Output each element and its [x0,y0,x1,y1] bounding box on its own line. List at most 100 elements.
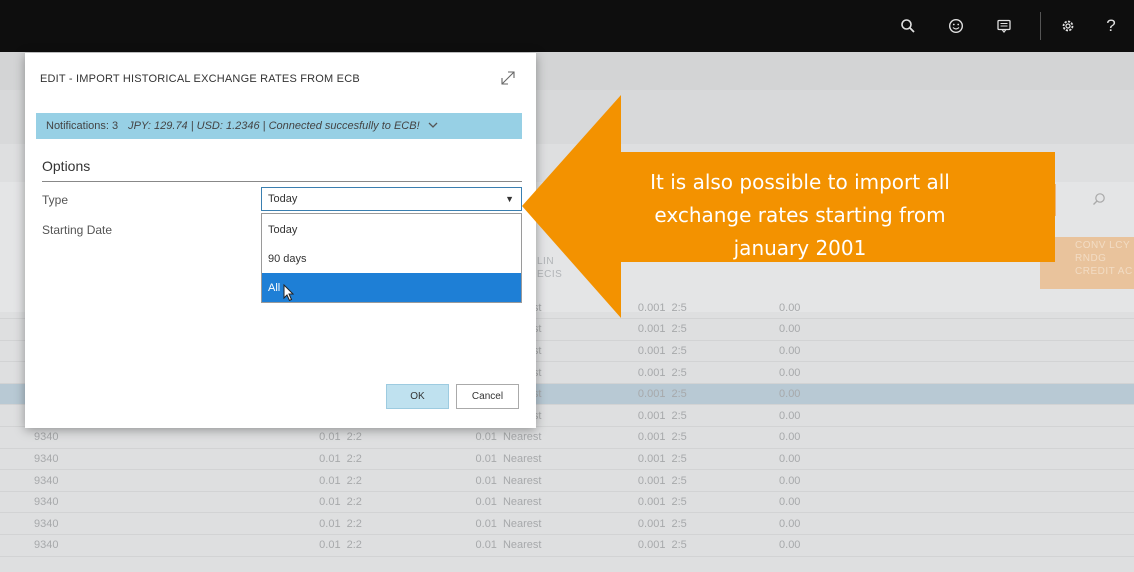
help-icon[interactable]: ? [1099,14,1123,38]
dropdown-option-today[interactable]: Today [262,215,521,244]
cancel-button[interactable]: Cancel [456,384,519,409]
table-cell-code: 9340 [0,448,314,471]
table-cell-empty [958,318,1134,341]
table-row[interactable]: 93400.012:20.01Nearest0.0012:50.00 [0,534,1134,557]
table-row[interactable]: 93400.012:20.01Nearest0.0012:50.00 [0,448,1134,471]
ok-button[interactable]: OK [386,384,449,409]
table-cell-v5: 2:5 [671,318,780,341]
table-row[interactable]: 93400.012:20.01Nearest0.0012:50.00 [0,469,1134,492]
section-divider [42,181,522,182]
column-header-fragment: LIN [537,256,555,267]
table-cell-v6: 0.00 [779,340,959,363]
table-cell-v6: 0.00 [779,448,959,471]
table-cell-v5: 2:5 [671,340,780,363]
column-header-conv-lcy: CONV LCY [1075,240,1131,251]
table-cell-empty [958,361,1134,384]
table-cell-v6: 0.00 [779,404,959,428]
table-cell-v6: 0.00 [779,383,959,406]
table-cell-v4: 0.001 [623,340,672,363]
table-cell-v2: 2:2 [346,469,471,492]
table-cell-v5: 2:5 [671,404,780,428]
table-cell-v4: 0.001 [623,491,672,514]
table-cell-method: Nearest [502,469,624,492]
dropdown-option-90-days[interactable]: 90 days [262,244,521,273]
table-cell-v4: 0.001 [623,404,672,428]
table-cell-v5: 2:5 [671,383,780,406]
table-cell-v6: 0.00 [779,534,959,557]
type-select-value: Today [268,193,298,205]
table-cell-v3: 0.01 [470,469,503,492]
table-cell-v2: 2:2 [346,491,471,514]
table-cell-v1: 0.01 [313,448,347,471]
table-row[interactable]: 93400.012:20.01Nearest0.0012:50.00 [0,491,1134,514]
table-cell-v3: 0.01 [470,426,503,449]
table-cell-code: 9340 [0,469,314,492]
table-cell-empty [958,512,1134,536]
table-cell-v3: 0.01 [470,448,503,471]
table-cell-v5: 2:5 [671,426,780,449]
table-cell-v1: 0.01 [313,426,347,449]
dropdown-option-all[interactable]: All [262,273,521,302]
callout-line-3: january 2001 [733,236,867,260]
table-cell-code: 9340 [0,512,314,536]
table-cell-v4: 0.001 [623,469,672,492]
table-cell-empty [958,297,1134,320]
table-cell-v5: 2:5 [671,297,780,320]
table-cell-empty [958,404,1134,428]
table-row[interactable]: 93400.012:20.01Nearest0.0012:50.00 [0,426,1134,449]
table-cell-v6: 0.00 [779,297,959,320]
table-cell-v5: 2:5 [671,512,780,536]
gear-icon[interactable] [1056,14,1080,38]
table-cell-v1: 0.01 [313,491,347,514]
dropdown-caret-icon: ▼ [505,194,514,204]
notification-count: Notifications: 3 [46,120,119,132]
type-label: Type [42,193,69,207]
table-cell-v6: 0.00 [779,491,959,514]
search-icon[interactable] [896,14,920,38]
table-cell-v4: 0.001 [623,534,672,557]
table-cell-code: 9340 [0,426,314,449]
table-cell-method: Nearest [502,534,624,557]
notification-message: JPY: 129.74 | USD: 1.2346 | Connected su… [128,120,420,132]
table-cell-v2: 2:2 [346,448,471,471]
table-cell-v2: 2:2 [346,512,471,536]
grid-search-icon[interactable] [1092,192,1106,211]
top-bar: ? [0,0,1134,52]
expand-icon[interactable] [499,69,519,89]
table-cell-v4: 0.001 [623,448,672,471]
callout-line-1: It is also possible to import all [650,170,950,194]
table-cell-empty [958,340,1134,363]
table-cell-v1: 0.01 [313,512,347,536]
type-select[interactable]: Today ▼ [261,187,522,211]
table-cell-v1: 0.01 [313,534,347,557]
table-cell-v4: 0.001 [623,426,672,449]
table-cell-v3: 0.01 [470,491,503,514]
table-cell-v5: 2:5 [671,491,780,514]
table-cell-v6: 0.00 [779,512,959,536]
table-cell-v6: 0.00 [779,426,959,449]
table-cell-empty [958,469,1134,492]
table-cell-v3: 0.01 [470,512,503,536]
column-header-credit-ac: CREDIT AC [1075,266,1133,277]
table-cell-empty [958,383,1134,406]
column-header-fragment: ECIS [537,269,563,280]
table-cell-v6: 0.00 [779,318,959,341]
table-cell-empty [958,448,1134,471]
table-cell-v5: 2:5 [671,361,780,384]
table-row[interactable]: 93400.012:20.01Nearest0.0012:50.00 [0,512,1134,536]
smiley-icon[interactable] [944,14,968,38]
chat-icon[interactable] [992,14,1016,38]
table-cell-v4: 0.001 [623,318,672,341]
table-cell-v4: 0.001 [623,512,672,536]
table-cell-v4: 0.001 [623,297,672,320]
notification-bar[interactable]: Notifications: 3 JPY: 129.74 | USD: 1.23… [36,113,522,139]
mouse-cursor-icon [283,283,295,307]
table-cell-code: 9340 [0,491,314,514]
table-cell-empty [958,534,1134,557]
table-cell-v2: 2:2 [346,426,471,449]
table-cell-method: Nearest [502,426,624,449]
table-cell-v1: 0.01 [313,469,347,492]
chevron-down-icon[interactable] [428,120,438,132]
dialog-title: EDIT - IMPORT HISTORICAL EXCHANGE RATES … [40,73,360,85]
table-cell-empty [958,426,1134,449]
